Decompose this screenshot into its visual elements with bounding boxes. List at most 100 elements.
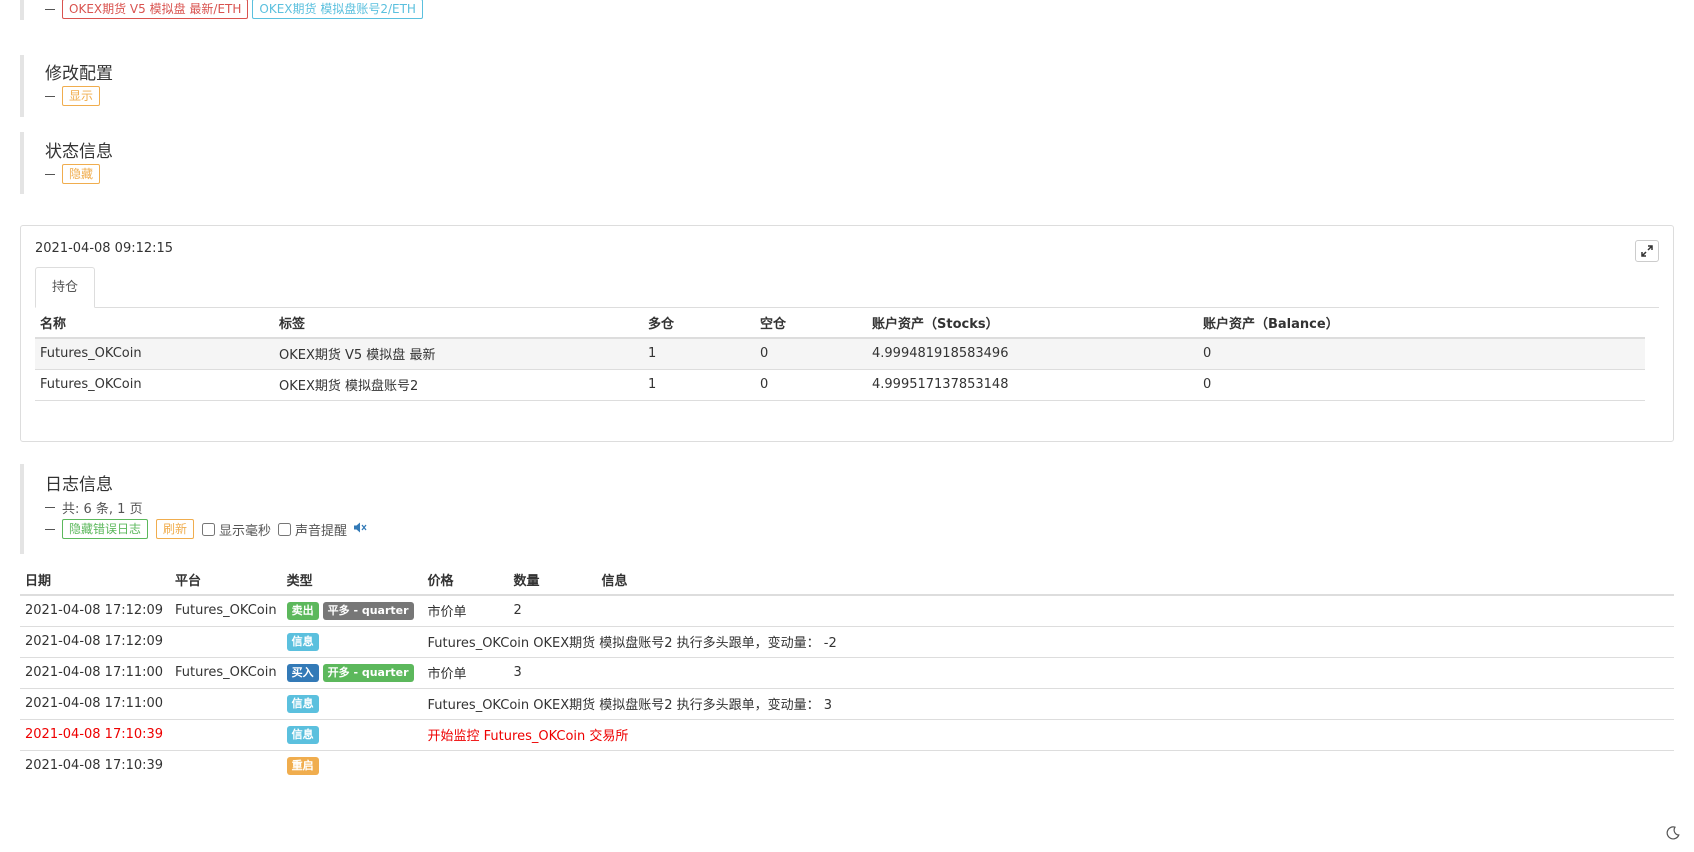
dash-icon xyxy=(45,528,55,530)
col-name: 名称 xyxy=(35,308,274,339)
col-short: 空仓 xyxy=(755,308,867,339)
cell: 0 xyxy=(1198,369,1645,401)
dash-icon xyxy=(45,95,55,97)
cell: Futures_OKCoin xyxy=(35,369,274,401)
mute-icon[interactable] xyxy=(354,522,367,536)
hide-errors-button[interactable]: 隐藏错误日志 xyxy=(62,519,149,539)
sound-input[interactable] xyxy=(278,522,292,536)
exchanges-section: OKEX期货 V5 模拟盘 最新/ETH OKEX期货 模拟盘账号2/ETH xyxy=(20,0,427,20)
log-title: 日志信息 xyxy=(45,475,113,495)
col-balance: 账户资产（Balance） xyxy=(1198,308,1645,339)
log-platform xyxy=(170,688,282,720)
log-table: 日期 平台 类型 价格 数量 信息 2021-04-08 17:12:09 Fut… xyxy=(20,565,1674,781)
status-toggle-button[interactable]: 隐藏 xyxy=(62,164,101,184)
log-type-badge: 卖出 xyxy=(286,601,319,620)
log-row: 2021-04-08 17:11:00 信息 Futures_OKCoin OKEX… xyxy=(20,688,1674,720)
sound-checkbox[interactable]: 声音提醒 xyxy=(278,520,347,539)
log-info: 开始监控 Futures_OKCoin 交易所 xyxy=(422,719,1674,751)
log-date: 2021-04-08 17:12:09 xyxy=(20,626,170,658)
table-header-row: 日期 平台 类型 价格 数量 信息 xyxy=(20,565,1674,596)
config-title: 修改配置 xyxy=(45,64,113,84)
cell: 1 xyxy=(643,369,755,401)
cell: 1 xyxy=(643,338,755,370)
config-toggle-button[interactable]: 显示 xyxy=(62,86,101,106)
log-type-badge: 信息 xyxy=(286,694,319,713)
col-info: 信息 xyxy=(596,565,1674,596)
log-type-badge: 重启 xyxy=(286,756,319,775)
tab-positions[interactable]: 持仓 xyxy=(35,267,96,308)
col-platform: 平台 xyxy=(170,565,282,596)
table-row: Futures_OKCoin OKEX期货 模拟盘账号2 1 0 4.99951… xyxy=(35,369,1645,401)
sound-label: 声音提醒 xyxy=(295,523,348,539)
log-price xyxy=(423,750,509,781)
log-summary: 共: 6 条, 1 页 xyxy=(62,501,143,517)
log-direction-badge: 开多 - quarter xyxy=(322,663,414,682)
log-section: 日志信息 共: 6 条, 1 页 隐藏错误日志 刷新 显示毫秒 声音提醒 xyxy=(20,464,367,554)
log-row: 2021-04-08 17:12:09 Futures_OKCoin 卖出 平多 - … xyxy=(20,595,1674,627)
moon-icon[interactable] xyxy=(1666,826,1680,840)
log-date: 2021-04-08 17:11:00 xyxy=(20,657,170,689)
col-stocks: 账户资产（Stocks） xyxy=(867,308,1198,339)
log-amount: 2 xyxy=(508,595,597,627)
log-type-cell: 信息 xyxy=(281,626,423,658)
log-info: Futures_OKCoin OKEX期货 模拟盘账号2 执行多头跟单，变动量：… xyxy=(422,688,1674,720)
table-header-row: 名称 标签 多仓 空仓 账户资产（Stocks） 账户资产（Balance） xyxy=(35,308,1645,339)
log-row: 2021-04-08 17:10:39 重启 xyxy=(20,750,1674,781)
expand-icon xyxy=(1641,245,1653,257)
cell: OKEX期货 V5 模拟盘 最新 xyxy=(274,338,643,370)
log-info xyxy=(596,595,1674,627)
log-row: 2021-04-08 17:11:00 Futures_OKCoin 买入 开多 - … xyxy=(20,657,1674,689)
log-info: Futures_OKCoin OKEX期货 模拟盘账号2 执行多头跟单，变动量：… xyxy=(422,626,1674,658)
cell: 4.999517137853148 xyxy=(867,369,1198,401)
col-tag: 标签 xyxy=(274,308,643,339)
col-long: 多仓 xyxy=(643,308,755,339)
cell: 0 xyxy=(1198,338,1645,370)
show-ms-checkbox[interactable]: 显示毫秒 xyxy=(202,520,271,539)
positions-table: 名称 标签 多仓 空仓 账户资产（Stocks） 账户资产（Balance） F… xyxy=(35,308,1645,401)
log-price: 市价单 xyxy=(422,657,509,689)
refresh-button[interactable]: 刷新 xyxy=(156,519,195,539)
log-amount: 3 xyxy=(508,657,597,689)
status-timestamp: 2021-04-08 09:12:15 xyxy=(35,241,174,256)
cell: 0 xyxy=(755,369,867,401)
log-platform: Futures_OKCoin xyxy=(170,657,282,689)
cell: 4.999481918583496 xyxy=(867,338,1198,370)
log-platform xyxy=(170,750,282,781)
status-tabs: 持仓 xyxy=(35,267,1659,308)
dash-icon xyxy=(45,173,55,175)
status-title: 状态信息 xyxy=(45,142,113,162)
log-type-badge: 买入 xyxy=(286,663,319,682)
log-direction-badge: 平多 - quarter xyxy=(322,601,414,620)
expand-button[interactable] xyxy=(1635,240,1659,262)
log-type-cell: 卖出 平多 - quarter xyxy=(281,595,423,627)
log-date: 2021-04-08 17:10:39 xyxy=(20,719,170,751)
log-type-badge: 信息 xyxy=(286,632,319,651)
log-info xyxy=(596,657,1674,689)
log-type-cell: 重启 xyxy=(282,750,423,781)
show-ms-input[interactable] xyxy=(202,522,216,536)
col-type: 类型 xyxy=(281,565,423,596)
log-date: 2021-04-08 17:11:00 xyxy=(20,688,170,720)
log-row: 2021-04-08 17:10:39 信息 开始监控 Futures_OKCoin… xyxy=(20,719,1674,751)
log-platform xyxy=(170,719,282,751)
status-section: 状态信息 隐藏 xyxy=(20,132,113,194)
col-date: 日期 xyxy=(20,565,170,596)
log-amount xyxy=(509,750,597,781)
log-type-cell: 买入 开多 - quarter xyxy=(281,657,423,689)
log-row: 2021-04-08 17:12:09 信息 Futures_OKCoin OKEX… xyxy=(20,626,1674,658)
log-date: 2021-04-08 17:10:39 xyxy=(25,758,164,774)
status-panel: 2021-04-08 09:12:15 持仓 名称 标签 多仓 空仓 账户资产（… xyxy=(20,225,1674,442)
dash-icon xyxy=(45,8,55,10)
log-type-cell: 信息 xyxy=(281,688,423,720)
exchange-label-2[interactable]: OKEX期货 模拟盘账号2/ETH xyxy=(252,0,423,19)
show-ms-label: 显示毫秒 xyxy=(219,523,272,539)
col-price: 价格 xyxy=(422,565,509,596)
log-platform: Futures_OKCoin xyxy=(170,595,282,627)
exchange-label-1[interactable]: OKEX期货 V5 模拟盘 最新/ETH xyxy=(62,0,249,19)
cell: 0 xyxy=(755,338,867,370)
config-section: 修改配置 显示 xyxy=(20,55,113,117)
log-type-cell: 信息 xyxy=(281,719,423,751)
cell: Futures_OKCoin xyxy=(35,338,274,370)
dash-icon xyxy=(45,506,55,508)
table-row: Futures_OKCoin OKEX期货 V5 模拟盘 最新 1 0 4.99… xyxy=(35,338,1645,370)
